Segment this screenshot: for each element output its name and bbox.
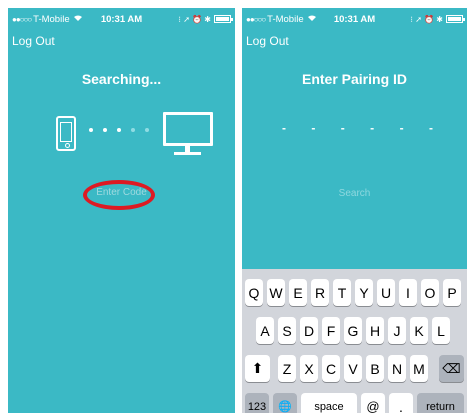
wifi-icon [73, 14, 83, 24]
key-f[interactable]: F [322, 317, 340, 344]
key-x[interactable]: X [300, 355, 318, 382]
carrier-label: T-Mobile [33, 13, 70, 25]
status-icons: ⁝ ➚ ⏰ ✱ [178, 14, 233, 24]
key-c[interactable]: C [322, 355, 340, 382]
pin-digit-slot: - [399, 121, 404, 135]
progress-dot [117, 128, 121, 132]
key-o[interactable]: O [421, 279, 439, 306]
key-a[interactable]: A [256, 317, 274, 344]
log-out-button[interactable]: Log Out [12, 34, 55, 48]
on-screen-keyboard: Q W E R T Y U I O P A S D F G H J K L ⬆ … [242, 269, 467, 413]
status-icons: ⁝ ➚ ⏰ ✱ [410, 14, 465, 24]
space-key[interactable]: space [301, 393, 357, 413]
connection-progress-dots [89, 128, 149, 132]
key-g[interactable]: G [344, 317, 362, 344]
searching-screen: ●●○○○ T-Mobile 10:31 AM ⁝ ➚ ⏰ ✱ Log Out … [8, 8, 235, 413]
page-title: Searching... [81, 71, 162, 87]
progress-dot [131, 128, 135, 132]
delete-key[interactable]: ⌫ [439, 355, 464, 382]
key-w[interactable]: W [267, 279, 285, 306]
status-icon-group: ⁝ ➚ ⏰ ✱ [410, 14, 443, 24]
key-v[interactable]: V [344, 355, 362, 382]
log-out-button[interactable]: Log Out [246, 34, 289, 48]
pairing-id-input[interactable]: - - - - - - [282, 121, 433, 135]
key-b[interactable]: B [366, 355, 384, 382]
key-n[interactable]: N [388, 355, 406, 382]
key-e[interactable]: E [289, 279, 307, 306]
phone-icon [56, 116, 76, 151]
pin-digit-slot: - [340, 121, 345, 135]
battery-icon [446, 15, 465, 23]
key-s[interactable]: S [278, 317, 296, 344]
key-k[interactable]: K [410, 317, 428, 344]
at-key[interactable]: @ [361, 393, 385, 413]
key-i[interactable]: I [399, 279, 417, 306]
progress-dot [145, 128, 149, 132]
status-icon-group: ⁝ ➚ ⏰ ✱ [178, 14, 211, 24]
key-d[interactable]: D [300, 317, 318, 344]
dot-key[interactable]: . [389, 393, 413, 413]
key-m[interactable]: M [410, 355, 428, 382]
search-button[interactable]: Search [242, 188, 467, 199]
monitor-icon [163, 112, 213, 146]
status-bar: ●●○○○ T-Mobile 10:31 AM ⁝ ➚ ⏰ ✱ [246, 12, 465, 26]
progress-dot [103, 128, 107, 132]
progress-dot [89, 128, 93, 132]
signal-strength-icon: ●●○○○ [246, 14, 266, 24]
numbers-key[interactable]: 123 [245, 393, 269, 413]
highlight-annotation-circle [83, 180, 155, 210]
key-h[interactable]: H [366, 317, 384, 344]
monitor-base-icon [174, 152, 201, 155]
globe-icon[interactable]: 🌐 [273, 393, 297, 413]
key-r[interactable]: R [311, 279, 329, 306]
key-u[interactable]: U [377, 279, 395, 306]
status-time: 10:31 AM [100, 13, 143, 25]
pin-digit-slot: - [370, 121, 375, 135]
key-z[interactable]: Z [278, 355, 296, 382]
carrier-label: T-Mobile [267, 13, 304, 25]
status-bar: ●●○○○ T-Mobile 10:31 AM ⁝ ➚ ⏰ ✱ [12, 12, 233, 26]
status-time: 10:31 AM [333, 13, 376, 25]
pin-digit-slot: - [428, 121, 433, 135]
pairing-screen: ●●○○○ T-Mobile 10:31 AM ⁝ ➚ ⏰ ✱ Log Out … [242, 8, 467, 413]
key-l[interactable]: L [432, 317, 450, 344]
key-q[interactable]: Q [245, 279, 263, 306]
signal-strength-icon: ●●○○○ [12, 14, 32, 24]
pin-digit-slot: - [282, 121, 286, 135]
pin-digit-slot: - [311, 121, 316, 135]
key-p[interactable]: P [443, 279, 461, 306]
return-key[interactable]: return [417, 393, 464, 413]
key-j[interactable]: J [388, 317, 406, 344]
battery-icon [214, 15, 233, 23]
wifi-icon [307, 14, 317, 24]
key-y[interactable]: Y [355, 279, 373, 306]
page-title: Enter Pairing ID [301, 71, 408, 87]
shift-key[interactable]: ⬆ [245, 355, 270, 382]
key-t[interactable]: T [333, 279, 351, 306]
